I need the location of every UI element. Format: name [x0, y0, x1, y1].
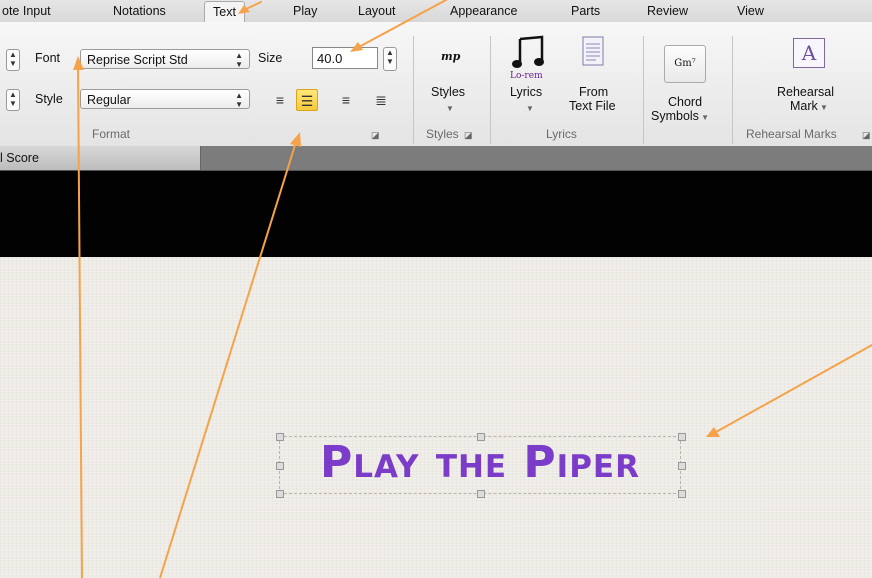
lyrics-group-label: Lyrics — [546, 127, 577, 141]
group-divider — [732, 36, 733, 144]
font-dropdown[interactable]: Reprise Script Std ▲ ▼ — [80, 49, 250, 69]
tab-view[interactable]: View — [737, 0, 764, 22]
format-group-label: Format — [92, 127, 131, 141]
font-label: Font — [35, 51, 61, 65]
rehearsal-label-2[interactable]: Mark ▼ — [790, 99, 828, 115]
selection-handle[interactable] — [276, 433, 284, 441]
style-value: Regular — [87, 93, 131, 107]
chord-label-1[interactable]: Chord — [668, 95, 702, 109]
align-left-icon[interactable]: ≡ — [269, 89, 291, 111]
group-divider — [490, 36, 491, 144]
format-launcher-icon[interactable]: ◪ — [371, 130, 380, 141]
score-paper[interactable] — [0, 257, 872, 578]
lyrics-dropdown-arrow-icon[interactable]: ▼ — [526, 102, 534, 116]
tab-notations[interactable]: Notations — [113, 0, 166, 22]
size-input[interactable]: 40.0 — [312, 47, 378, 69]
tab-note-input[interactable]: ote Input — [2, 0, 51, 22]
rehearsal-launcher-icon[interactable]: ◪ — [862, 130, 871, 141]
tab-play[interactable]: Play — [293, 0, 317, 22]
size-stepper[interactable]: ▲ ▼ — [383, 47, 397, 71]
rehearsal-label-1[interactable]: Rehearsal — [777, 85, 834, 99]
selection-handle[interactable] — [276, 462, 284, 470]
from-text-file-label-2[interactable]: Text File — [569, 99, 616, 113]
selection-handle[interactable] — [477, 433, 485, 441]
document-tab[interactable]: l Score — [0, 146, 201, 170]
tab-layout[interactable]: Layout — [358, 0, 396, 22]
lyrics-note-icon[interactable] — [512, 35, 548, 75]
tab-review[interactable]: Review — [647, 0, 688, 22]
rehearsal-mark-icon[interactable]: A — [793, 38, 825, 68]
dropdown-arrows-icon: ▲ ▼ — [235, 51, 243, 69]
tab-appearance[interactable]: Appearance — [450, 0, 517, 22]
ribbon-tab-bar: ote Input Notations Text Play Layout App… — [0, 0, 872, 24]
score-toolbar-band — [0, 171, 872, 257]
font-stepper[interactable]: ▲ ▼ — [6, 49, 20, 71]
styles-button-label[interactable]: Styles — [431, 85, 465, 99]
selection-handle[interactable] — [678, 433, 686, 441]
style-dropdown[interactable]: Regular ▲ ▼ — [80, 89, 250, 109]
group-divider — [413, 36, 414, 144]
selection-handle[interactable] — [678, 462, 686, 470]
tab-parts[interactable]: Parts — [571, 0, 600, 22]
align-right-icon[interactable]: ≡ — [335, 89, 357, 111]
chord-symbol-icon[interactable]: Gm⁷ — [664, 45, 706, 83]
chord-label-2[interactable]: Symbols ▼ — [651, 109, 709, 125]
tab-text[interactable]: Text — [204, 1, 245, 24]
selection-handle[interactable] — [276, 490, 284, 498]
chord-dropdown-arrow-icon[interactable]: ▼ — [699, 113, 709, 122]
style-stepper[interactable]: ▲ ▼ — [6, 89, 20, 111]
text-file-icon[interactable] — [582, 36, 604, 66]
styles-dropdown-arrow-icon[interactable]: ▼ — [446, 102, 454, 116]
styles-mp-icon[interactable]: mp — [441, 50, 460, 63]
group-divider — [643, 36, 644, 144]
styles-group-label: Styles — [426, 127, 459, 141]
font-value: Reprise Script Std — [87, 53, 188, 67]
rehearsal-dropdown-arrow-icon[interactable]: ▼ — [818, 103, 828, 112]
lyrics-button-label[interactable]: Lyrics — [510, 85, 542, 99]
rehearsal-group-label: Rehearsal Marks — [746, 127, 837, 141]
selection-handle[interactable] — [477, 490, 485, 498]
ribbon-panel: ▲ ▼ Font Reprise Script Std ▲ ▼ Size 40.0 … — [0, 22, 872, 147]
dropdown-arrows-icon: ▲ ▼ — [235, 91, 243, 109]
lyrics-icon-caption: Lo-rem — [510, 71, 543, 81]
selection-handle[interactable] — [678, 490, 686, 498]
style-label: Style — [35, 92, 63, 106]
score-title-text[interactable]: Play the Piper — [279, 436, 681, 494]
size-label: Size — [258, 51, 283, 65]
document-tab-strip: l Score — [0, 146, 872, 171]
from-text-file-label-1[interactable]: From — [579, 85, 608, 99]
styles-launcher-icon[interactable]: ◪ — [464, 130, 473, 141]
align-justify-icon[interactable]: ≣ — [370, 89, 392, 111]
align-center-icon[interactable]: ☰ — [296, 89, 318, 111]
